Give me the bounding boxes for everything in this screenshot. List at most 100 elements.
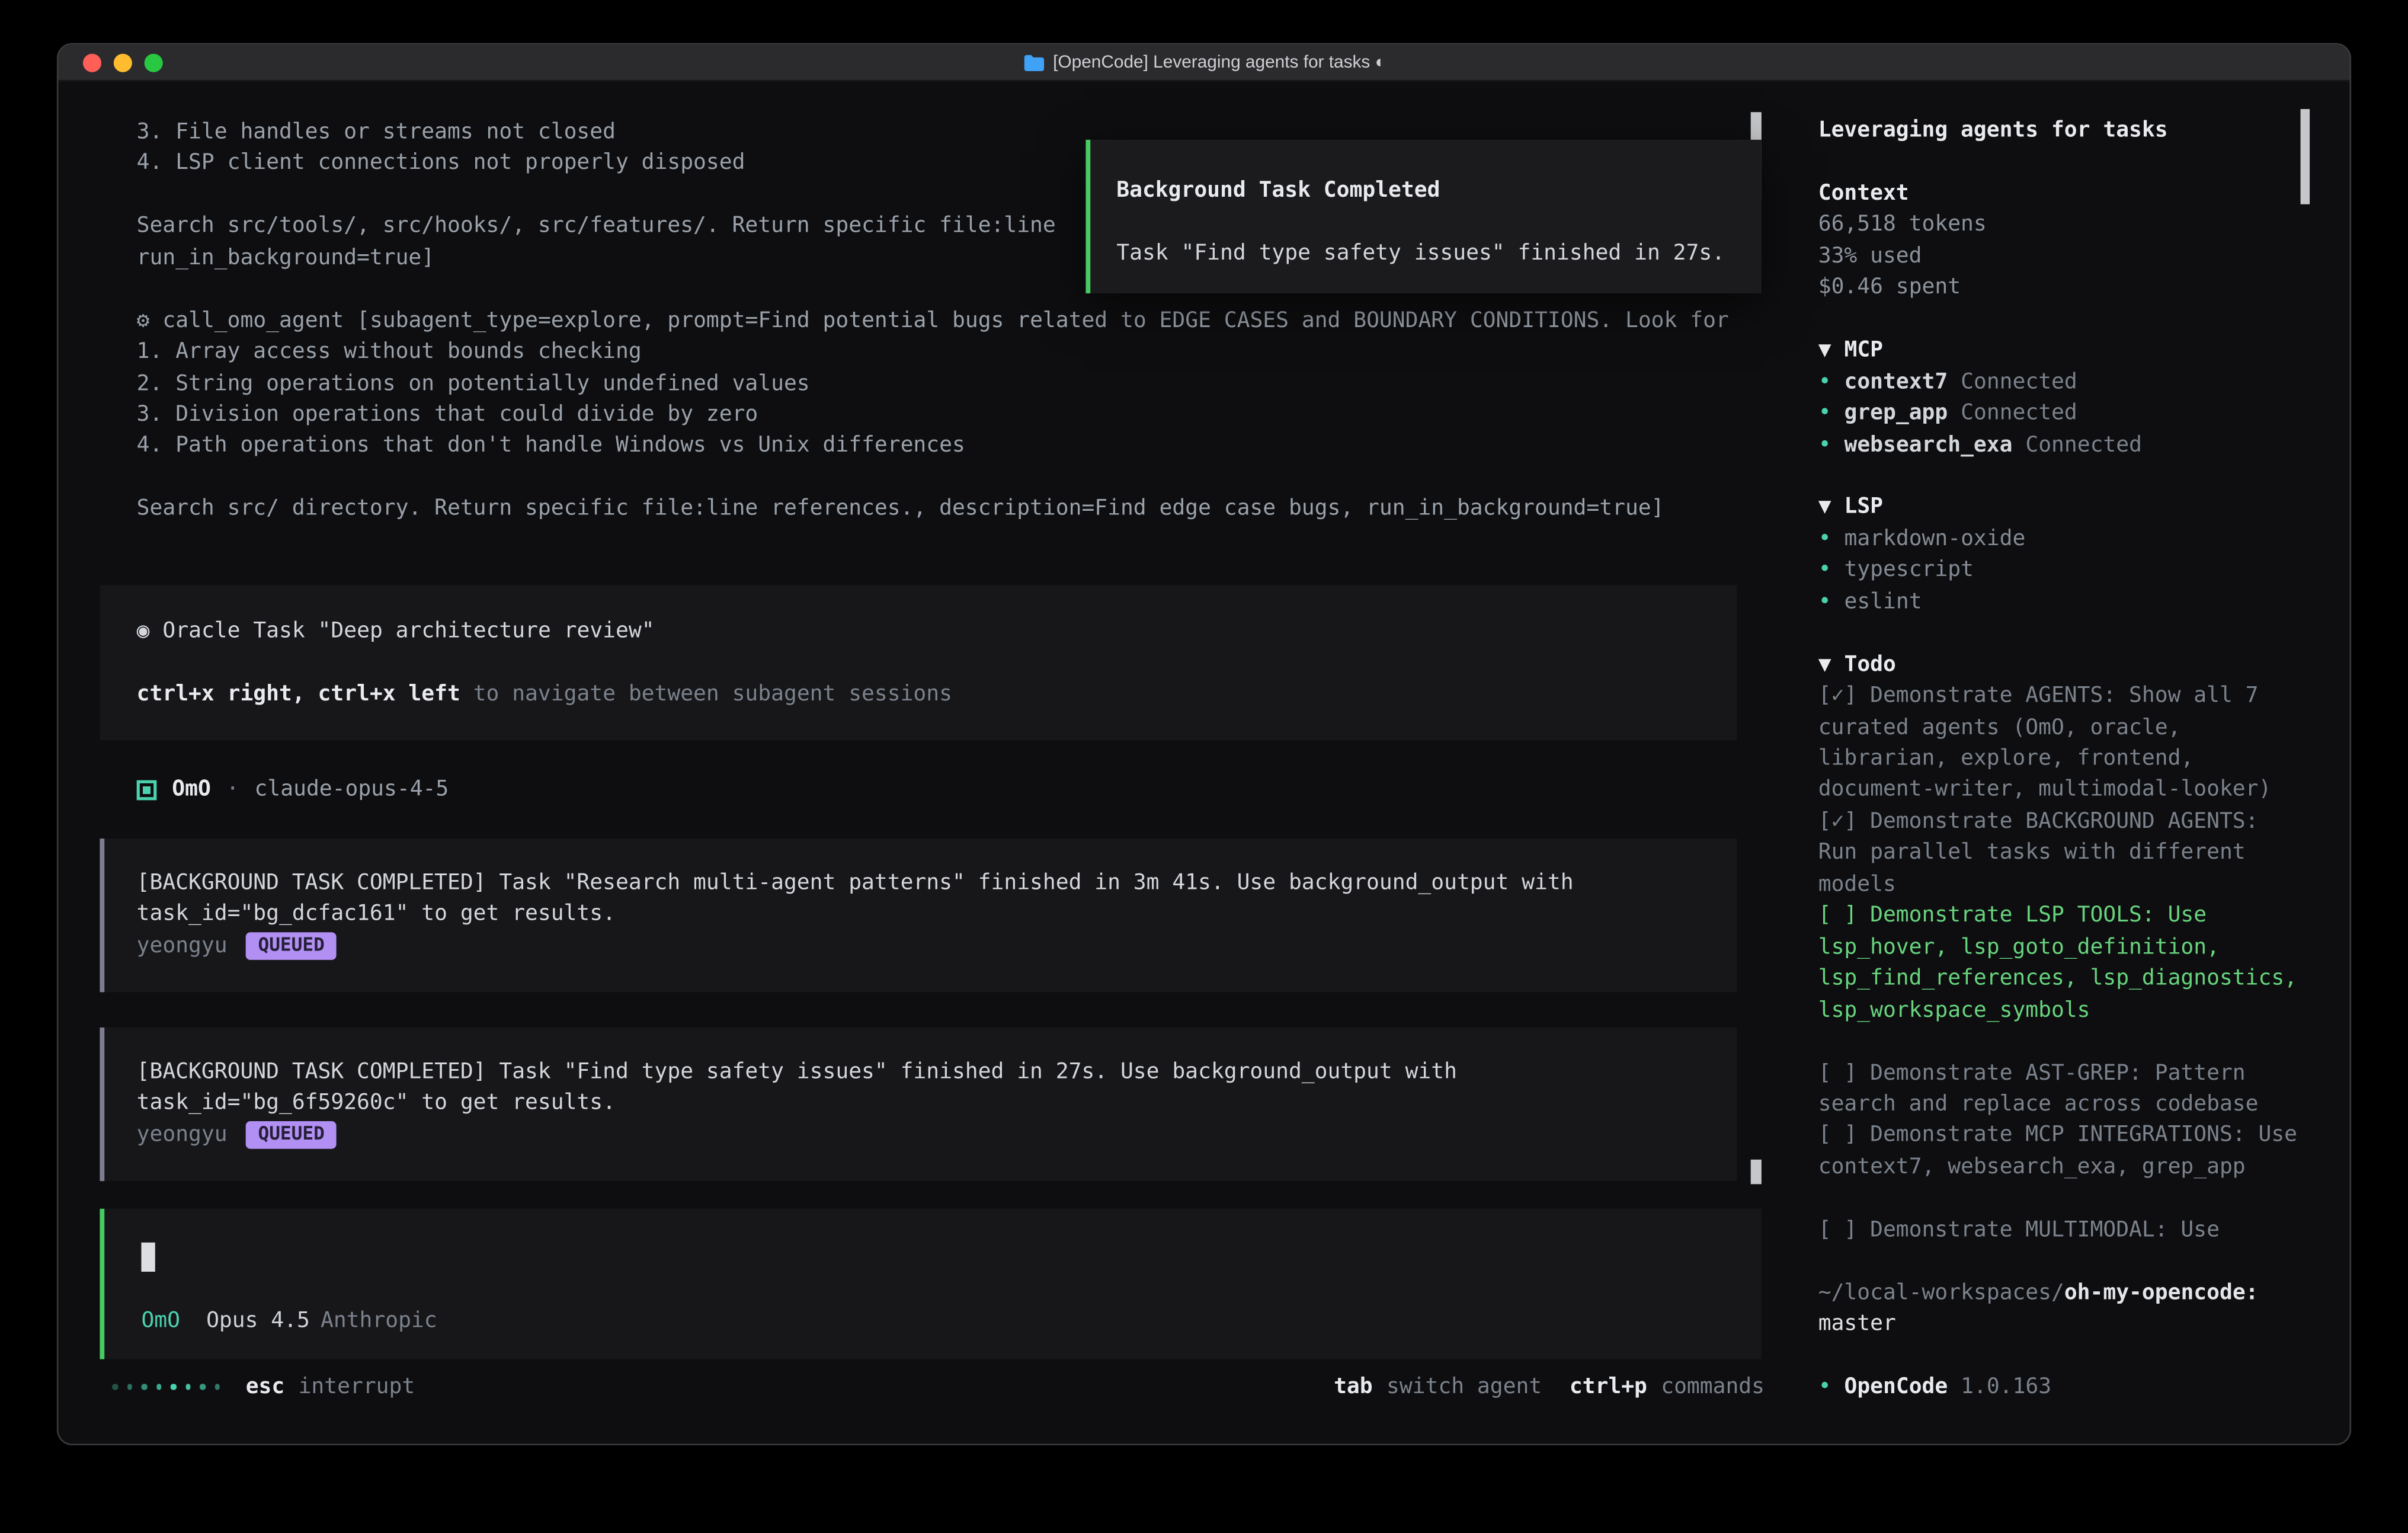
input-model-row: OmO Opus 4.5 Anthropic [141, 1308, 437, 1339]
todo-item: [ ] Demonstrate MULTIMODAL: Use [1818, 1215, 2308, 1246]
message-block: [BACKGROUND TASK COMPLETED] Task "Resear… [100, 838, 1737, 992]
message-author: yeongyu [137, 1122, 228, 1147]
window-title-group: [OpenCode] Leveraging agents for tasks ◐ [1022, 53, 1385, 71]
input-provider-name: Anthropic [321, 1308, 437, 1333]
lsp-heading-label: LSP [1844, 495, 1883, 520]
message-meta-row: yeongyu QUEUED [137, 930, 1737, 962]
agent-icon [137, 779, 157, 799]
workspace-path: ~/local-workspaces/oh-my-opencode: [1818, 1278, 2308, 1309]
agent-name: OmO [172, 777, 211, 801]
opencode-version-row: • OpenCode 1.0.163 [1818, 1372, 2310, 1403]
mcp-name: websearch_exa [1844, 433, 2012, 457]
opencode-version: 1.0.163 [1961, 1375, 2051, 1399]
todo-item: [ ] Demonstrate LSP TOOLS: Use lsp_hover… [1818, 901, 2308, 1026]
mcp-name: grep_app [1844, 401, 1948, 425]
todo-item: [✓] Demonstrate BACKGROUND AGENTS: Run p… [1818, 806, 2308, 900]
record-icon: ◉ [137, 619, 150, 644]
bullet-icon: • [1818, 590, 1831, 614]
bullet-icon: • [1818, 527, 1831, 551]
queued-badge: QUEUED [246, 1121, 337, 1149]
bullet-icon: • [1818, 558, 1831, 583]
statusbar: esc interrupt tab switch agent ctrl+pcomm… [58, 1372, 1795, 1403]
queued-badge: QUEUED [246, 932, 337, 960]
scrollback-line: 2. String operations on potentially unde… [137, 368, 1729, 399]
background-task-toast: Background Task Completed Task "Find typ… [1085, 140, 1761, 293]
todo-item: [ ] Demonstrate MCP INTEGRATIONS: Use co… [1818, 1121, 2308, 1183]
workspace-repo: oh-my-opencode: [2064, 1281, 2259, 1305]
message-meta-row: yeongyu QUEUED [137, 1119, 1737, 1151]
gear-icon: ⚙ [137, 308, 150, 332]
prompt-input[interactable]: OmO Opus 4.5 Anthropic [100, 1209, 1761, 1359]
fullscreen-window-button[interactable] [145, 53, 163, 71]
tool-call-line: ⚙ call_omo_agent [subagent_type=explore,… [137, 305, 1729, 337]
minimize-window-button[interactable] [114, 53, 132, 71]
ctrlp-key-label: commands [1661, 1375, 1765, 1399]
message-line: [BACKGROUND TASK COMPLETED] Task "Find t… [137, 1057, 1737, 1088]
context-spent: $0.46 spent [1818, 272, 2310, 303]
todo-section-heading[interactable]: ▼ Todo [1818, 649, 2310, 680]
hint-text: to navigate between subagent sessions [460, 681, 952, 706]
blank-line [137, 647, 1737, 679]
input-agent-name: OmO [141, 1308, 180, 1333]
context-tokens: 66,518 tokens [1818, 209, 2310, 241]
terminal-window: [OpenCode] Leveraging agents for tasks ◐… [57, 43, 2351, 1445]
mcp-status: Connected [2025, 433, 2142, 457]
window-titlebar[interactable]: [OpenCode] Leveraging agents for tasks ◐ [58, 44, 2349, 81]
chat-scrollbar-thumb[interactable] [1751, 1160, 1762, 1184]
close-window-button[interactable] [83, 53, 101, 71]
message-line: task_id="bg_6f59260c" to get results. [137, 1088, 1737, 1119]
agent-model: claude-opus-4-5 [255, 777, 449, 801]
session-sidebar: Leveraging agents for tasks Context 66,5… [1795, 81, 2351, 1444]
scrollback-line: 4. Path operations that don't handle Win… [137, 431, 1729, 462]
folder-icon [1022, 53, 1043, 71]
blank-line [137, 462, 1729, 494]
chevron-down-icon: ▼ [1818, 652, 1831, 677]
tab-key-hint: tab [1334, 1375, 1373, 1399]
tool-call-text: call_omo_agent [subagent_type=explore, p… [162, 308, 1728, 332]
agent-model-row: OmO · claude-opus-4-5 [137, 774, 449, 805]
message-line: task_id="bg_dcfac161" to get results. [137, 899, 1737, 930]
workspace-path-prefix: ~/local-workspaces/ [1818, 1281, 2064, 1305]
mcp-item: • grep_app Connected [1818, 398, 2310, 429]
sidebar-scrollbar-thumb[interactable] [2301, 109, 2310, 204]
mcp-section-heading[interactable]: ▼ MCP [1818, 335, 2310, 366]
window-content: 3. File handles or streams not closed 4.… [58, 81, 2349, 1444]
statusbar-right: tab switch agent ctrl+pcommands [1334, 1375, 1765, 1399]
scrollback-line: 1. Array access without bounds checking [137, 337, 1729, 368]
bullet-icon: • [1818, 370, 1831, 394]
scrollback-line: Search src/ directory. Return specific f… [137, 494, 1729, 525]
context-used: 33% used [1818, 241, 2310, 272]
text-cursor [141, 1243, 155, 1272]
mcp-item: • context7 Connected [1818, 366, 2310, 398]
bullet-icon: • [1818, 433, 1831, 457]
commands-key-group: ctrl+pcommands [1570, 1375, 1765, 1399]
oracle-hint-line: ctrl+x right, ctrl+x left to navigate be… [137, 679, 1737, 710]
oracle-task-panel: ◉ Oracle Task "Deep architecture review"… [100, 585, 1737, 740]
chat-pane: 3. File handles or streams not closed 4.… [58, 81, 1795, 1444]
input-model-name: Opus 4.5 [206, 1308, 310, 1333]
window-title: [OpenCode] Leveraging agents for tasks ◐ [1053, 53, 1385, 71]
lsp-section-heading[interactable]: ▼ LSP [1818, 492, 2310, 523]
esc-key-hint: esc [246, 1375, 285, 1399]
tab-key-label: switch agent [1386, 1375, 1542, 1399]
mcp-status: Connected [1961, 370, 2077, 394]
mcp-heading-label: MCP [1844, 338, 1883, 363]
traffic-lights [83, 44, 163, 80]
todo-item: [ ] Demonstrate AST-GREP: Pattern search… [1818, 1058, 2308, 1121]
mcp-name: context7 [1844, 370, 1948, 394]
lsp-name: markdown-oxide [1844, 527, 2025, 551]
lsp-name: eslint [1844, 590, 1922, 614]
lsp-item: • eslint [1818, 586, 2310, 617]
bullet-icon: • [1818, 1375, 1831, 1399]
lsp-item: • typescript [1818, 555, 2310, 586]
mcp-status: Connected [1961, 401, 2077, 425]
esc-key-label: interrupt [299, 1375, 415, 1399]
toast-title: Background Task Completed [1116, 175, 1762, 206]
dot-separator-icon: · [226, 777, 239, 801]
todo-item: [✓] Demonstrate AGENTS: Show all 7 curat… [1818, 680, 2308, 806]
todo-heading-label: Todo [1844, 652, 1895, 677]
tab-key-group: tab switch agent [1334, 1375, 1542, 1399]
oracle-task-title: Oracle Task "Deep architecture review" [162, 619, 654, 644]
message-author: yeongyu [137, 934, 228, 958]
lsp-item: • markdown-oxide [1818, 523, 2310, 555]
